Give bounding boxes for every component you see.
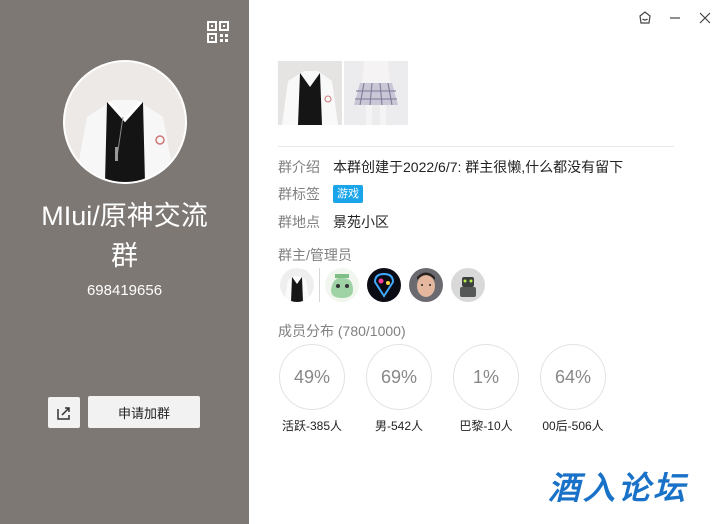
minimize-icon[interactable] [667,10,683,26]
distribution-title-text: 成员分布 [278,323,334,339]
stat-label: 00后-506人 [542,419,604,433]
intro-label: 群介绍 [278,159,320,175]
group-name-line1: MIui/原神交流 [41,201,208,231]
admins-title: 群主/管理员 [278,247,352,263]
admin-separator [319,268,320,302]
group-tag-badge[interactable]: 游戏 [333,185,363,203]
admin-avatar[interactable] [451,268,485,302]
location-value: 景苑小区 [333,214,389,230]
group-photo[interactable] [278,61,342,125]
stat-label: 巴黎-10人 [459,419,513,433]
group-id: 698419656 [86,282,163,299]
stat-label: 活跃-385人 [281,419,343,433]
admin-avatar[interactable] [280,268,314,302]
distribution-count: (780/1000) [337,323,406,339]
group-avatar[interactable] [65,62,185,182]
watermark-logo: 酒入论坛 [548,469,689,507]
stat-circle[interactable]: 69% [366,344,432,410]
divider [278,146,674,147]
admin-avatar[interactable] [325,268,359,302]
stat-circle[interactable]: 1% [453,344,519,410]
skin-icon[interactable] [637,10,653,26]
stat-circle[interactable]: 64% [540,344,606,410]
tag-label: 群标签 [278,186,320,202]
stat-label: 男-542人 [374,419,424,433]
close-icon[interactable] [697,10,713,26]
stat-circle[interactable]: 49% [279,344,345,410]
share-button[interactable] [48,397,80,428]
intro-value: 本群创建于2022/6/7: 群主很懒,什么都没有留下 [333,159,624,175]
join-group-button[interactable]: 申请加群 [88,396,200,428]
admin-avatar[interactable] [409,268,443,302]
share-icon [57,406,70,420]
distribution-title: 成员分布 (780/1000) [278,321,406,341]
group-name: MIui/原神交流 群 [0,196,249,276]
group-photo[interactable] [344,61,408,125]
group-profile-panel: MIui/原神交流 群 698419656 申请加群 [0,0,249,524]
admin-avatar[interactable] [367,268,401,302]
qr-code-icon[interactable] [206,20,230,44]
group-name-line2: 群 [111,241,138,271]
location-label: 群地点 [278,214,320,230]
